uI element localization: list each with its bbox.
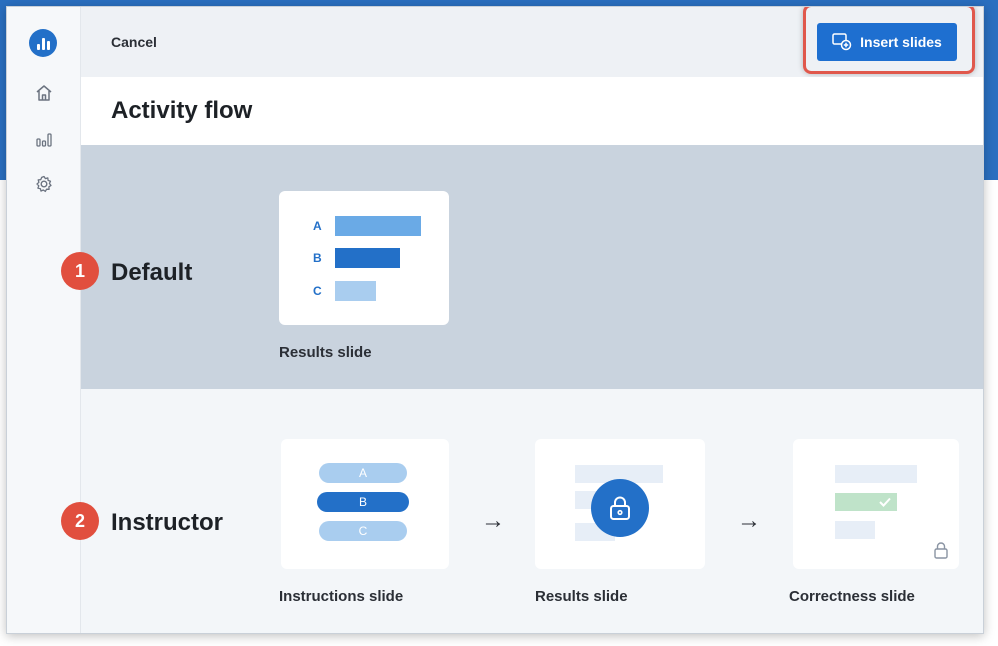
slide-caption: Results slide — [535, 588, 628, 605]
option-pill: C — [319, 521, 407, 541]
small-lock-icon — [934, 542, 948, 559]
lock-icon — [591, 479, 649, 537]
number-badge-1: 1 — [61, 252, 99, 290]
logo-icon[interactable] — [29, 29, 57, 57]
title-row: Activity flow — [81, 77, 983, 145]
cancel-button[interactable]: Cancel — [111, 34, 157, 50]
result-bar — [335, 248, 400, 268]
option-pill: B — [317, 492, 409, 512]
result-bar — [335, 216, 421, 236]
instructions-slide-card[interactable]: A B C — [281, 439, 449, 569]
bar-letter: A — [313, 219, 322, 233]
highlight-box — [803, 7, 975, 74]
section-instructor: 2 Instructor A B C Instructions slide → … — [61, 389, 983, 633]
slide-caption: Results slide — [279, 344, 372, 361]
bar-letter: B — [313, 251, 322, 265]
correctness-slide-card[interactable] — [793, 439, 959, 569]
section-label-instructor: Instructor — [111, 509, 224, 536]
home-icon[interactable] — [32, 81, 56, 105]
option-pill: A — [319, 463, 407, 483]
bar-letter: C — [313, 284, 322, 298]
slide-caption: Correctness slide — [789, 588, 915, 605]
section-label-default: Default — [111, 259, 193, 286]
bar-chart-icon[interactable] — [32, 127, 56, 151]
activity-flow-window: Cancel Insert slides Activity flow 1 Def… — [6, 6, 984, 634]
checkmark-icon — [879, 497, 891, 507]
page-title: Activity flow — [111, 97, 253, 124]
number-badge-2: 2 — [61, 502, 99, 540]
sidebar — [7, 7, 81, 633]
gear-icon[interactable] — [32, 172, 56, 196]
top-bar: Cancel Insert slides — [81, 7, 983, 77]
arrow-icon: → — [481, 507, 505, 534]
result-bar — [335, 281, 376, 301]
locked-results-slide-card[interactable] — [535, 439, 705, 569]
arrow-icon: → — [737, 507, 761, 534]
results-slide-card[interactable]: A B C — [279, 191, 449, 325]
slide-caption: Instructions slide — [279, 588, 404, 605]
section-default: 1 Default A B C Results slide — [61, 145, 983, 389]
correct-answer-bar — [835, 493, 897, 511]
